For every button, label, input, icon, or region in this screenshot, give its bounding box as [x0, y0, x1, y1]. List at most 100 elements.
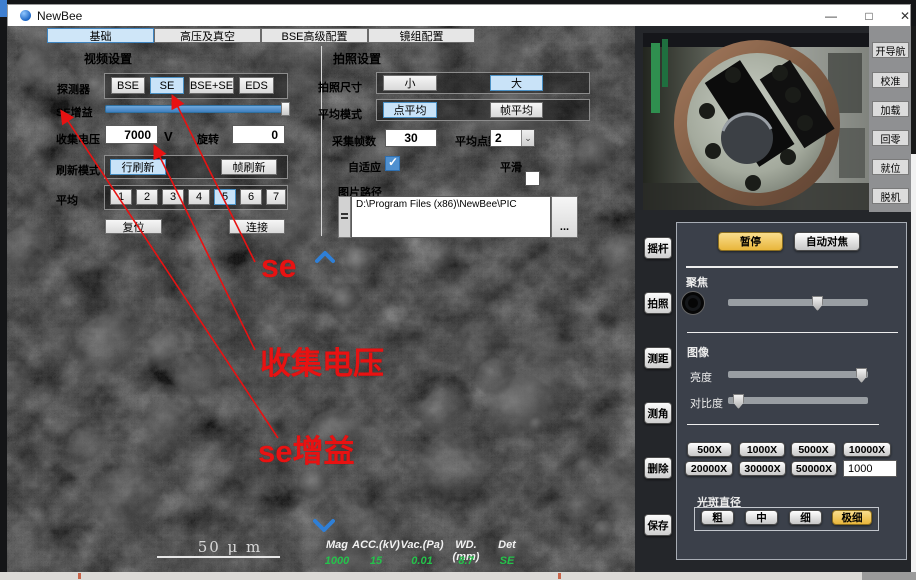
- app-window: NewBee — □ ✕: [0, 0, 916, 580]
- status-value-det: SE: [492, 555, 522, 567]
- nav-open-navigation-button[interactable]: 开导航: [872, 42, 909, 58]
- detector-bse-se-button[interactable]: BSE+SE: [189, 77, 234, 94]
- collapse-down-icon[interactable]: [313, 518, 335, 533]
- maximize-button[interactable]: □: [854, 5, 884, 26]
- size-large-button[interactable]: 大: [490, 75, 543, 91]
- pause-button[interactable]: 暂停: [718, 232, 783, 251]
- reset-button[interactable]: 复位: [105, 219, 162, 234]
- autofocus-button[interactable]: 自动对焦: [794, 232, 860, 251]
- avg-frame-button[interactable]: 帧平均: [490, 102, 543, 118]
- nav-home-button[interactable]: 回零: [872, 130, 909, 146]
- nav-load-button[interactable]: 加载: [872, 101, 909, 117]
- close-button[interactable]: ✕: [890, 5, 916, 26]
- detector-se-button[interactable]: SE: [150, 77, 184, 94]
- mag-30000x-button[interactable]: 30000X: [739, 461, 786, 476]
- rotate-label: 旋转: [197, 131, 219, 147]
- browse-button[interactable]: ...: [551, 196, 578, 238]
- divider-1: [686, 266, 898, 268]
- tool-delete-button[interactable]: 删除: [644, 457, 672, 479]
- overlay-divider: [321, 46, 322, 236]
- mag-input[interactable]: 1000: [843, 460, 897, 477]
- contrast-slider[interactable]: [728, 397, 868, 404]
- contrast-label: 对比度: [690, 395, 723, 411]
- voltage-input[interactable]: 7000: [105, 125, 158, 144]
- minimize-button[interactable]: —: [816, 5, 846, 26]
- detector-eds-button[interactable]: EDS: [239, 77, 274, 94]
- avg-mode-label: 平均模式: [318, 106, 362, 122]
- spot-medium-button[interactable]: 中: [745, 510, 778, 525]
- focus-record-icon[interactable]: [682, 292, 704, 314]
- points-dropdown-arrow-icon[interactable]: ⌄: [521, 130, 534, 146]
- spot-coarse-button[interactable]: 粗: [701, 510, 734, 525]
- se-gain-slider-thumb[interactable]: [281, 102, 290, 116]
- tool-measure-distance-button[interactable]: 测距: [644, 347, 672, 369]
- bottom-tick-left: [78, 573, 81, 579]
- average-7-button[interactable]: 7: [266, 189, 286, 205]
- rotate-input[interactable]: 0: [232, 125, 285, 144]
- divider-3: [687, 424, 879, 425]
- photo-size-label: 拍照尺寸: [318, 79, 362, 95]
- average-2-button[interactable]: 2: [136, 189, 158, 205]
- tab-lens-config[interactable]: 镜组配置: [368, 28, 475, 43]
- tool-measure-angle-button[interactable]: 测角: [644, 402, 672, 424]
- path-grip-icon: [338, 196, 351, 238]
- focus-slider[interactable]: [728, 299, 868, 306]
- spot-extra-fine-button[interactable]: 极细: [832, 510, 872, 525]
- nav-calibrate-button[interactable]: 校准: [872, 72, 909, 88]
- adaptive-checkbox[interactable]: [385, 156, 400, 171]
- mag-1000x-button[interactable]: 1000X: [739, 442, 785, 457]
- voltage-label: 收集电压: [56, 131, 100, 147]
- detector-bse-button[interactable]: BSE: [111, 77, 145, 94]
- mag-20000x-button[interactable]: 20000X: [685, 461, 733, 476]
- spot-fine-button[interactable]: 细: [789, 510, 822, 525]
- voltage-unit: V: [164, 129, 173, 144]
- background-right-dark: [911, 26, 916, 154]
- scale-bar-line: [157, 556, 280, 558]
- divider-2: [687, 332, 898, 333]
- tab-basic[interactable]: 基础: [47, 28, 154, 43]
- tab-hv-vacuum[interactable]: 高压及真空: [154, 28, 261, 43]
- status-value-mag: 1000: [317, 555, 357, 567]
- tab-bse-advanced[interactable]: BSE高级配置: [261, 28, 368, 43]
- avg-point-button[interactable]: 点平均: [383, 102, 437, 118]
- refresh-line-button[interactable]: 行刷新: [110, 159, 166, 175]
- adaptive-label: 自适应: [348, 159, 381, 175]
- scale-bar-text: 50 μ m: [180, 538, 280, 556]
- se-gain-slider[interactable]: [105, 105, 290, 113]
- mag-5000x-button[interactable]: 5000X: [791, 442, 836, 457]
- tool-capture-button[interactable]: 拍照: [644, 292, 672, 314]
- tool-save-button[interactable]: 保存: [644, 514, 672, 536]
- smooth-label: 平滑: [500, 159, 522, 175]
- video-settings-title: 视频设置: [84, 50, 132, 67]
- mag-500x-button[interactable]: 500X: [687, 442, 732, 457]
- nav-in-position-button[interactable]: 就位: [872, 159, 909, 175]
- status-header-acc: ACC.(kV): [352, 539, 400, 551]
- bottom-edge-gray: [862, 572, 916, 580]
- average-6-button[interactable]: 6: [240, 189, 262, 205]
- average-label: 平均: [56, 192, 78, 208]
- path-input[interactable]: D:\Program Files (x86)\NewBee\PIC: [351, 196, 551, 238]
- average-3-button[interactable]: 3: [162, 189, 184, 205]
- average-1-button[interactable]: 1: [110, 189, 132, 205]
- mag-10000x-button[interactable]: 10000X: [843, 442, 891, 457]
- frames-input[interactable]: 30: [385, 129, 437, 147]
- smooth-checkbox[interactable]: [525, 171, 540, 186]
- mag-50000x-button[interactable]: 50000X: [791, 461, 837, 476]
- collapse-up-icon[interactable]: [315, 250, 335, 264]
- connect-button[interactable]: 连接: [229, 219, 285, 234]
- refresh-frame-button[interactable]: 帧刷新: [221, 159, 277, 175]
- background-taskbar-sliver: [0, 0, 7, 17]
- photo-settings-title: 拍照设置: [333, 50, 381, 67]
- tool-joystick-button[interactable]: 摇杆: [644, 237, 672, 259]
- status-value-vac: 0.01: [398, 555, 446, 567]
- annotation-se: se: [261, 248, 297, 285]
- status-header-vac: Vac.(Pa): [398, 539, 446, 551]
- nav-offline-button[interactable]: 脱机: [872, 188, 909, 204]
- average-4-button[interactable]: 4: [188, 189, 210, 205]
- image-section-label: 图像: [687, 344, 709, 360]
- bottom-edge-strip: [0, 572, 916, 580]
- average-5-button[interactable]: 5: [214, 189, 236, 205]
- brightness-slider[interactable]: [728, 371, 868, 378]
- chamber-camera-view: [643, 33, 870, 210]
- size-small-button[interactable]: 小: [383, 75, 437, 91]
